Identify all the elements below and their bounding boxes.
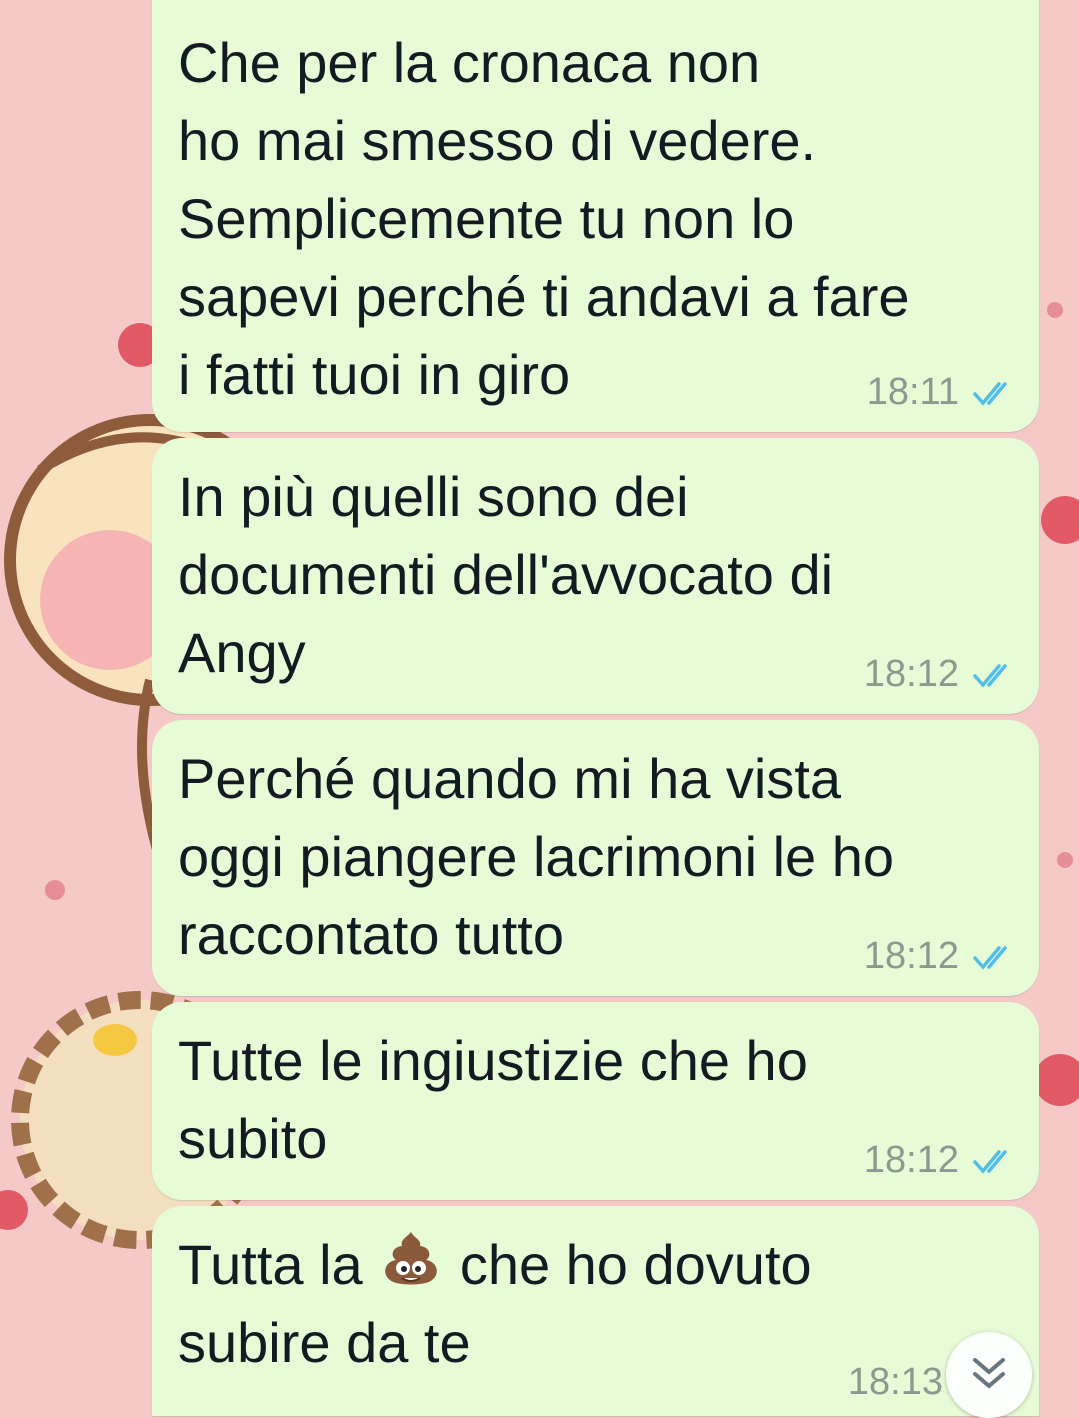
- chat-message-list[interactable]: Che per la cronaca non ho mai smesso di …: [0, 0, 1079, 1416]
- double-check-icon: [973, 1149, 1007, 1174]
- message-text-part: Tutta la: [178, 1233, 363, 1296]
- double-check-icon: [973, 663, 1007, 688]
- message-meta: 18:13: [848, 1361, 943, 1404]
- outgoing-message[interactable]: Tutta la che ho dovuto subire da te 18:13: [152, 1206, 1039, 1416]
- scroll-to-bottom-button[interactable]: [946, 1332, 1032, 1418]
- outgoing-message[interactable]: Che per la cronaca non ho mai smesso di …: [152, 0, 1039, 432]
- message-time: 18:12: [863, 653, 959, 695]
- message-meta: 18:12: [864, 935, 1017, 978]
- message-meta: 18:12: [864, 1139, 1017, 1182]
- double-check-icon: [973, 381, 1007, 406]
- message-time: 18:11: [866, 371, 959, 413]
- message-time: 18:12: [863, 935, 959, 977]
- chevron-double-down-icon: [973, 1358, 1005, 1389]
- message-text: Che per la cronaca non ho mai smesso di …: [178, 31, 910, 406]
- message-time: 18:12: [863, 1139, 959, 1181]
- outgoing-message[interactable]: In più quelli sono dei documenti dell'av…: [152, 438, 1039, 714]
- outgoing-message[interactable]: Tutte le ingiustizie che ho subito 18:12: [152, 1002, 1039, 1200]
- message-text: Tutta la che ho dovuto subire da te: [178, 1226, 1015, 1382]
- message-text-part: che ho dovuto: [459, 1233, 812, 1296]
- outgoing-message[interactable]: Perché quando mi ha vista oggi piangere …: [152, 720, 1039, 996]
- pile-of-poo-emoji: [385, 1232, 438, 1285]
- message-meta: 18:12: [864, 653, 1017, 696]
- message-text-part: subire da te: [178, 1311, 471, 1374]
- message-meta: 18:11: [867, 371, 1017, 414]
- double-check-icon: [973, 945, 1007, 970]
- message-time: 18:13: [847, 1361, 943, 1403]
